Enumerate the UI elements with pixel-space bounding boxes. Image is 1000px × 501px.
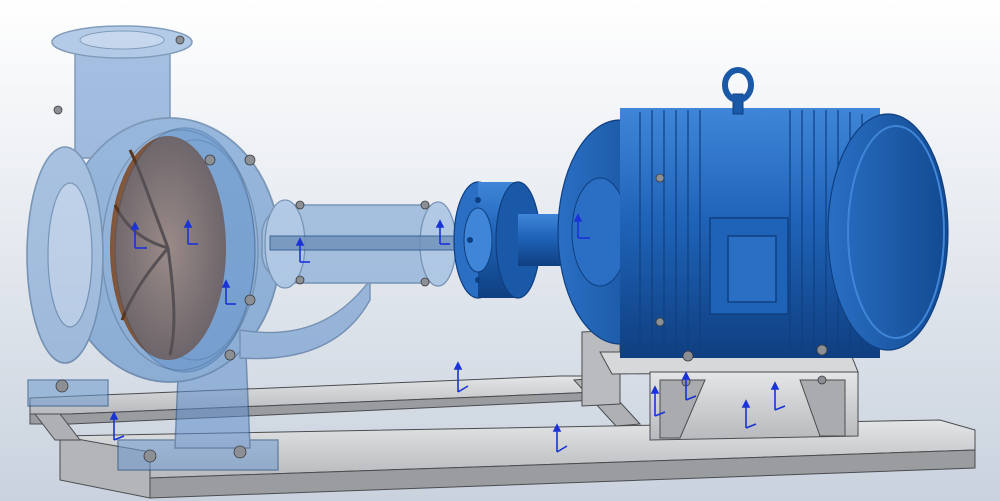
pump-motor-assembly-model[interactable] — [0, 0, 1000, 501]
impeller-overlay — [114, 127, 256, 373]
discharge-flange-bore — [79, 30, 165, 50]
coupling-spacer — [518, 214, 563, 266]
motor-drive-end-inner — [571, 177, 629, 287]
motor-terminal-box-lid — [727, 235, 777, 303]
motor-fan-cover — [827, 113, 949, 351]
suction-flange-bore — [47, 182, 93, 328]
cad-viewport[interactable] — [0, 0, 1000, 501]
impeller[interactable] — [110, 127, 256, 373]
